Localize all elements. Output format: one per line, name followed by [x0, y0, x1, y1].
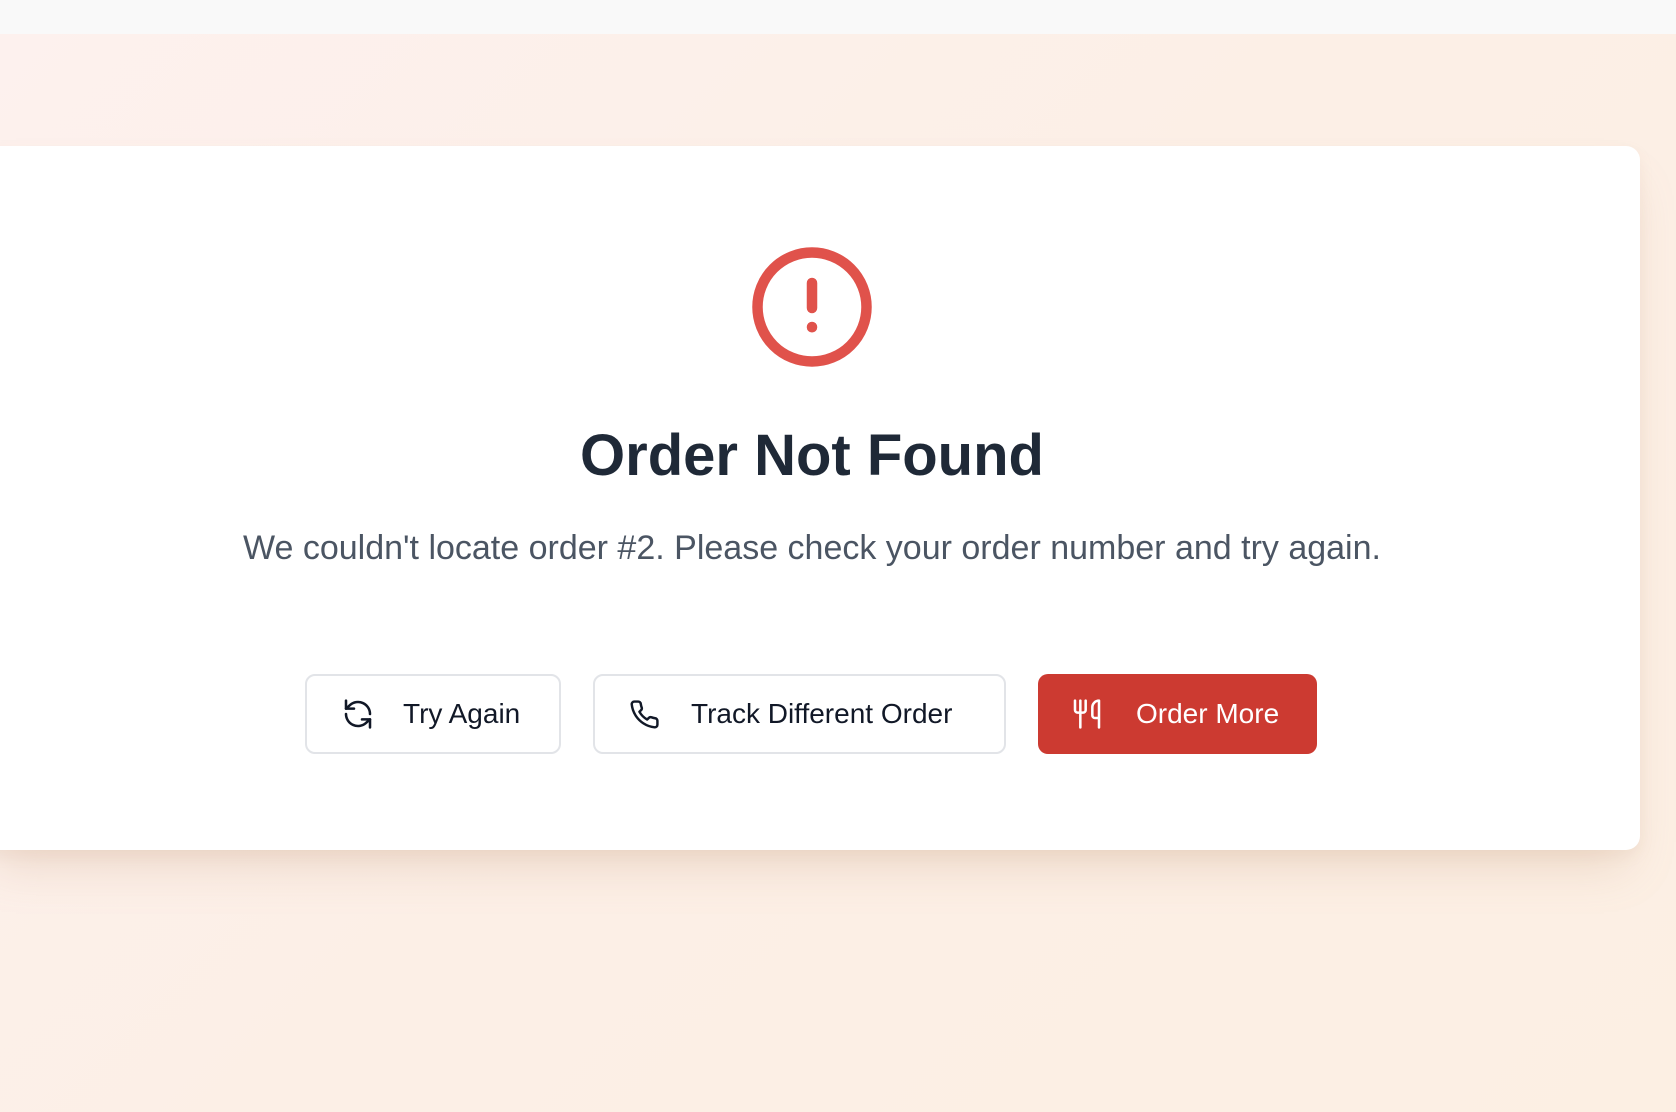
refresh-icon	[341, 697, 375, 731]
order-more-label: Order More	[1136, 698, 1280, 729]
track-different-order-label: Track Different Order	[691, 698, 953, 729]
page-title: Order Not Found	[580, 423, 1044, 488]
alert-circle-icon	[752, 247, 872, 367]
order-more-button[interactable]: Order More	[1038, 674, 1317, 754]
track-different-order-button[interactable]: Track Different Order	[593, 674, 1006, 754]
phone-icon	[627, 697, 661, 731]
top-bar	[0, 0, 1676, 34]
try-again-button[interactable]: Try Again	[305, 674, 561, 754]
error-message: We couldn't locate order #2. Please chec…	[243, 529, 1381, 567]
try-again-label: Try Again	[403, 698, 521, 729]
utensils-icon	[1070, 697, 1104, 731]
